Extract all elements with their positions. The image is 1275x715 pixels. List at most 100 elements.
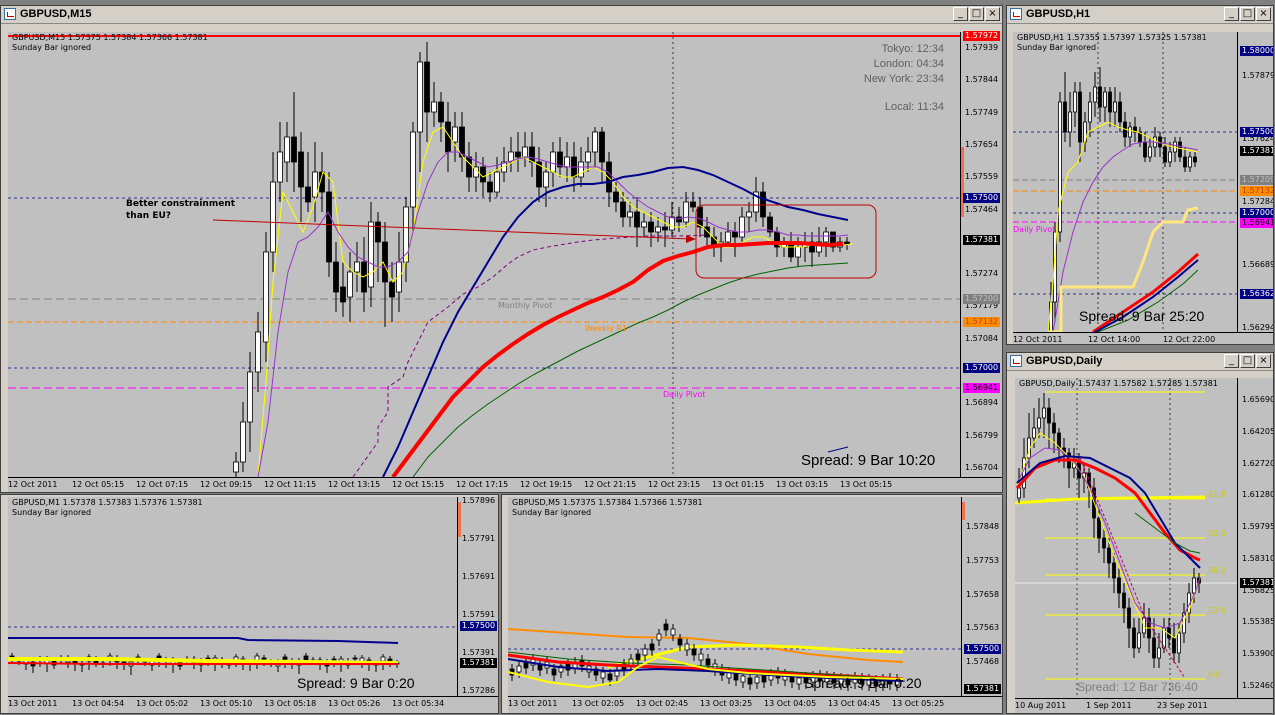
candle-body xyxy=(550,151,556,173)
h1-window-title: GBPUSD,H1 xyxy=(1026,8,1091,20)
candle-body xyxy=(655,226,661,233)
m5-plot-area[interactable]: GBPUSD,M5 1.57375 1.57384 1.57366 1.5738… xyxy=(508,497,961,696)
close-button[interactable]: × xyxy=(1256,7,1271,21)
candle-body xyxy=(761,675,767,683)
candle-body xyxy=(410,131,416,208)
m15-ohlc: GBPUSD,M15 1.57375 1.57384 1.57366 1.573… xyxy=(12,33,208,42)
close-button[interactable]: × xyxy=(1256,354,1271,368)
price-label: 1.57274 xyxy=(965,269,999,279)
m5-chart-window[interactable]: GBPUSD,M5 1.57375 1.57384 1.57366 1.5738… xyxy=(501,494,1003,714)
time-label: 13 Oct 04:45 xyxy=(828,699,881,708)
candle-body xyxy=(240,421,246,463)
maximize-button[interactable]: □ xyxy=(969,7,984,21)
price-label: 1.57084 xyxy=(965,333,999,343)
m5-price-axis[interactable]: 1.57848 1.57753 1.57658 1.57563 1.57468 1.57… xyxy=(961,497,1002,696)
fib-level-label: 50.0 xyxy=(1208,529,1226,538)
top-price-tag: 1.57972 xyxy=(963,31,1001,41)
close-button[interactable]: × xyxy=(985,7,1000,21)
candle-body xyxy=(340,286,346,303)
m1-time-axis[interactable]: 13 Oct 2011 13 Oct 04:54 13 Oct 05:02 13 Oc… xyxy=(8,696,498,713)
candle-body xyxy=(1037,417,1041,429)
m1-plot-area[interactable]: GBPUSD,M1 1.57378 1.57383 1.57376 1.5738… xyxy=(8,497,457,696)
price-label: 1.62720 xyxy=(1242,458,1274,468)
candle-body xyxy=(635,653,641,661)
candle-body xyxy=(795,246,801,258)
h1-upper-tag: 1.57500 xyxy=(1240,127,1273,137)
candle-body xyxy=(1052,422,1056,434)
candle-body xyxy=(1183,156,1187,168)
m5-time-axis[interactable]: 13 Oct 2011 13 Oct 02:05 13 Oct 02:45 13 Oc… xyxy=(508,696,1002,713)
m15-ma-purple xyxy=(257,151,849,477)
maximize-button[interactable]: □ xyxy=(1240,354,1255,368)
candle-body xyxy=(642,648,648,656)
candle-body xyxy=(233,461,239,473)
candle-body xyxy=(649,643,655,651)
candle-body xyxy=(487,181,493,193)
candle-body xyxy=(270,181,276,253)
candle-body xyxy=(627,211,633,218)
candle-body xyxy=(380,656,386,662)
daily-price-axis[interactable]: 1.65690 1.64205 1.62720 1.61280 1.59795 1.583… xyxy=(1237,378,1274,698)
daily-title-bar[interactable]: GBPUSD,Daily _ □ × xyxy=(1007,353,1273,371)
candle-body xyxy=(452,126,458,143)
price-label: 1.56894 xyxy=(965,398,999,408)
candle-body xyxy=(747,677,753,685)
h1-current-tag: 1.57381 xyxy=(1240,146,1273,156)
candle-body xyxy=(620,201,626,218)
h1-price-axis[interactable]: 1.57879 1.57624 1.57284 1.56689 1.56294 1.58… xyxy=(1237,32,1273,332)
m15-header: GBPUSD,M15 1.57375 1.57384 1.57366 1.573… xyxy=(12,33,208,53)
m15-title-bar[interactable]: GBPUSD,M15 _ □ × xyxy=(1,6,1002,24)
candle-body xyxy=(291,136,297,163)
h1-plot-area[interactable]: GBPUSD,H1 1.57355 1.57397 1.57325 1.5738… xyxy=(1013,32,1237,332)
time-label: 12 Oct 2011 xyxy=(8,480,58,489)
candle-body xyxy=(389,281,395,298)
candle-body xyxy=(1168,151,1172,163)
candle-body xyxy=(298,151,304,188)
m15-plot-area[interactable]: GBPUSD,M15 1.57375 1.57384 1.57366 1.573… xyxy=(8,32,960,477)
minimize-button[interactable]: _ xyxy=(1224,7,1239,21)
candle-body xyxy=(683,201,689,223)
m15-time-axis[interactable]: 12 Oct 2011 12 Oct 05:15 12 Oct 07:15 12 Oc… xyxy=(8,477,1002,492)
minimize-button[interactable]: _ xyxy=(1224,354,1239,368)
m1-price-axis[interactable]: 1.57896 1.57791 1.57691 1.57591 1.57391 1.572… xyxy=(457,496,498,696)
time-label: 13 Oct 2011 xyxy=(508,699,558,708)
candle-body xyxy=(1017,487,1021,499)
m15-chart-window[interactable]: GBPUSD,M15 _ □ × GBPUSD,M15 1.57375 1.57… xyxy=(0,5,1003,493)
daily-chart-window[interactable]: GBPUSD,Daily _ □ × GBPUSD,Daily 1.57437 … xyxy=(1006,352,1274,714)
time-label: 12 Oct 09:15 xyxy=(200,480,253,489)
minimize-button[interactable]: _ xyxy=(953,7,968,21)
candle-body xyxy=(656,633,662,641)
daily-time-axis[interactable]: 10 Aug 2011 1 Sep 2011 23 Sep 2011 xyxy=(1015,698,1273,713)
price-label: 1.64205 xyxy=(1242,426,1274,436)
price-label: 1.57468 xyxy=(966,657,1000,666)
local-time: Local: 11:34 xyxy=(884,101,944,113)
candle-body xyxy=(284,136,290,163)
time-label: 23 Sep 2011 xyxy=(1157,701,1208,710)
candle-body xyxy=(1068,111,1072,133)
candle-body xyxy=(1178,141,1182,158)
maximize-button[interactable]: □ xyxy=(1240,7,1255,21)
candle-body xyxy=(368,221,374,288)
daily-spread: Spread: 12 Bar 736:40 xyxy=(1077,680,1198,694)
daily-plot-area[interactable]: GBPUSD,Daily 1.57437 1.57582 1.57285 1.5… xyxy=(1015,378,1237,698)
candle-body xyxy=(740,675,746,683)
daily-pivot-label: Daily Pivot xyxy=(663,390,706,399)
candle-body xyxy=(1157,647,1161,659)
h1-title-bar[interactable]: GBPUSD,H1 _ □ × xyxy=(1007,6,1273,24)
time-label: 13 Oct 04:05 xyxy=(764,699,817,708)
m15-price-axis[interactable]: 1.57939 1.57844 1.57749 1.57654 1.57559 1.574… xyxy=(960,31,1002,477)
h1-header: GBPUSD,H1 1.57355 1.57397 1.57325 1.5738… xyxy=(1017,33,1207,53)
newyork-time: New York: 23:34 xyxy=(863,73,944,85)
candle-body xyxy=(684,643,690,651)
candle-body xyxy=(634,211,640,228)
h1-chart-window[interactable]: GBPUSD,H1 _ □ × GBPUSD,H1 1.57355 1.5739… xyxy=(1006,5,1274,345)
level-1-tag: 1.57500 xyxy=(963,193,1001,203)
m5-chart-svg xyxy=(508,619,961,692)
h1-level-tag: 1.57000 xyxy=(1240,208,1273,218)
time-label: 12 Oct 19:15 xyxy=(520,480,573,489)
m1-chart-window[interactable]: GBPUSD,M1 1.57378 1.57383 1.57376 1.5738… xyxy=(0,494,499,714)
m5-level-tag: 1.57500 xyxy=(964,644,1002,654)
h1-time-axis[interactable]: 12 Oct 2011 12 Oct 14:00 12 Oct 22:00 xyxy=(1013,332,1273,344)
candle-body xyxy=(543,171,549,188)
candle-body xyxy=(263,251,269,343)
